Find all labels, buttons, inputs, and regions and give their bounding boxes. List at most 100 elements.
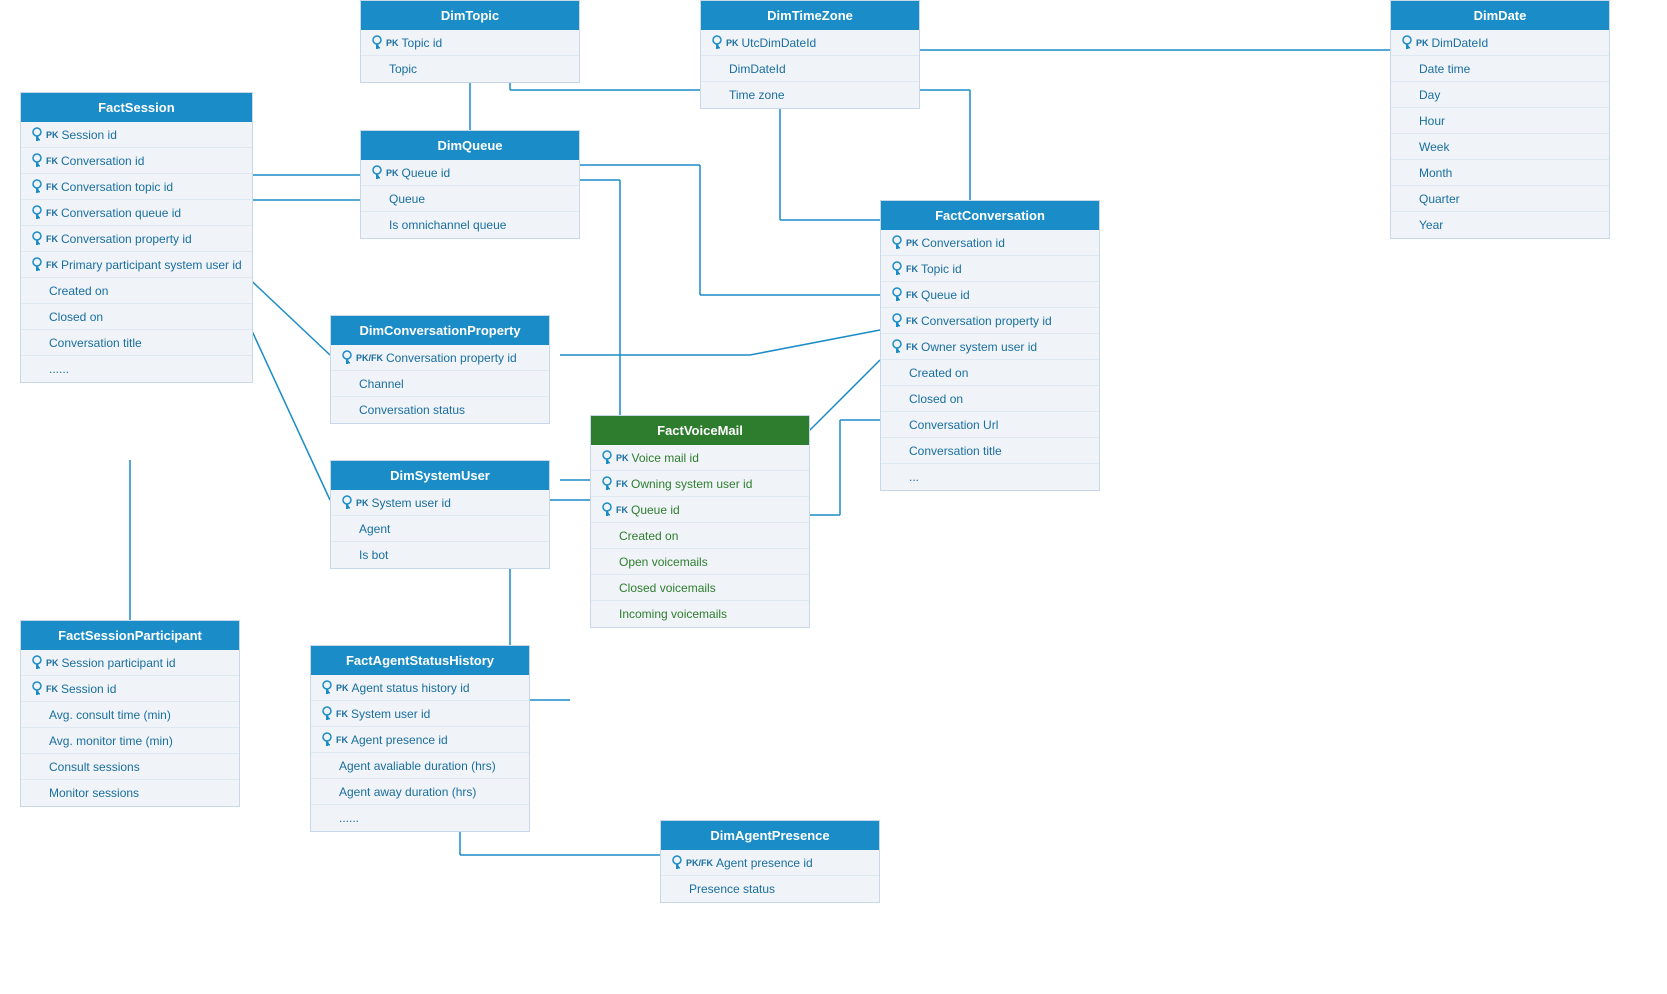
key-icon [1401,35,1413,51]
table-row: Agent away duration (hrs) [311,779,529,805]
table-factagentstatushistory: FactAgentStatusHistory PKAgent status hi… [310,645,530,832]
key-icon [601,450,613,466]
table-row: Avg. monitor time (min) [21,728,239,754]
key-icon [601,502,613,518]
row-text: ...... [339,811,359,825]
row-text: Hour [1419,114,1445,128]
row-text: Channel [359,377,404,391]
row-text: Avg. monitor time (min) [49,734,173,748]
row-text: Conversation topic id [61,180,173,194]
row-text: Topic id [921,262,962,276]
table-row: Open voicemails [591,549,809,575]
table-header-factsessionparticipant: FactSessionParticipant [21,621,239,650]
table-dimdate: DimDate PKDimDateIdDate timeDayHourWeekM… [1390,0,1610,239]
key-icon [31,205,43,221]
table-header-dimqueue: DimQueue [361,131,579,160]
badge-label: PK [726,38,739,48]
table-dimtimezone: DimTimeZone PKUtcDimDateIdDimDateIdTime … [700,0,920,109]
key-icon [341,350,353,366]
badge-label: PK [356,498,369,508]
row-text: Conversation Url [909,418,998,432]
table-row: PKAgent status history id [311,675,529,701]
key-icon [891,339,903,355]
table-row: FKOwning system user id [591,471,809,497]
row-text: Agent presence id [351,733,448,747]
row-text: Day [1419,88,1440,102]
table-row: PKConversation id [881,230,1099,256]
row-text: Closed voicemails [619,581,716,595]
row-text: Conversation status [359,403,465,417]
row-text: Is bot [359,548,388,562]
table-header-factconversation: FactConversation [881,201,1099,230]
table-header-dimagentpresence: DimAgentPresence [661,821,879,850]
table-row: Hour [1391,108,1609,134]
row-text: Agent avaliable duration (hrs) [339,759,496,773]
table-header-factagentstatushistory: FactAgentStatusHistory [311,646,529,675]
row-text: Conversation id [922,236,1005,250]
badge-label: FK [336,709,348,719]
table-row: PKSystem user id [331,490,549,516]
row-text: Queue [389,192,425,206]
row-text: Monitor sessions [49,786,139,800]
row-text: Queue id [631,503,680,517]
row-text: Primary participant system user id [61,258,242,272]
table-row: FKOwner system user id [881,334,1099,360]
table-row: PKQueue id [361,160,579,186]
table-dimsystemuser: DimSystemUser PKSystem user idAgentIs bo… [330,460,550,569]
key-icon [31,655,43,671]
badge-label: FK [336,735,348,745]
table-row: Conversation status [331,397,549,423]
row-text: Month [1419,166,1452,180]
badge-label: PK/FK [686,858,713,868]
row-text: Session id [62,128,117,142]
table-row: DimDateId [701,56,919,82]
badge-label: PK [386,168,399,178]
table-row: Incoming voicemails [591,601,809,627]
row-text: Conversation property id [921,314,1052,328]
table-row: PKTopic id [361,30,579,56]
row-text: Session participant id [62,656,176,670]
table-row: Agent [331,516,549,542]
badge-label: FK [616,479,628,489]
row-text: Date time [1419,62,1470,76]
row-text: Voice mail id [632,451,699,465]
table-dimagentpresence: DimAgentPresence PK/FKAgent presence idP… [660,820,880,903]
key-icon [321,706,333,722]
row-text: Created on [49,284,108,298]
badge-label: FK [46,260,58,270]
row-text: Topic id [402,36,443,50]
row-text: DimDateId [1432,36,1489,50]
row-text: Open voicemails [619,555,708,569]
table-row: Topic [361,56,579,82]
table-row: Created on [881,360,1099,386]
row-text: Owner system user id [921,340,1037,354]
row-text: Is omnichannel queue [389,218,506,232]
table-row: Channel [331,371,549,397]
key-icon [891,261,903,277]
row-text: Avg. consult time (min) [49,708,171,722]
badge-label: PK/FK [356,353,383,363]
row-text: Incoming voicemails [619,607,727,621]
table-row: Is omnichannel queue [361,212,579,238]
table-dimqueue: DimQueue PKQueue id Queue Is omnichannel q… [360,130,580,239]
table-row: FKConversation property id [21,226,252,252]
table-row: FKAgent presence id [311,727,529,753]
row-text: Week [1419,140,1449,154]
row-text: Agent status history id [352,681,470,695]
badge-label: PK [616,453,629,463]
row-text: Conversation property id [386,351,517,365]
table-row: Conversation title [21,330,252,356]
badge-label: PK [386,38,399,48]
badge-label: FK [46,208,58,218]
key-icon [31,231,43,247]
table-row: ... [881,464,1099,490]
key-icon [711,35,723,51]
table-row: Time zone [701,82,919,108]
table-row: FKTopic id [881,256,1099,282]
row-text: Conversation id [61,154,144,168]
table-row: Date time [1391,56,1609,82]
table-dimconversationproperty: DimConversationProperty PK/FKConversatio… [330,315,550,424]
table-row: FKConversation id [21,148,252,174]
table-row: Closed on [881,386,1099,412]
row-text: Conversation title [49,336,142,350]
